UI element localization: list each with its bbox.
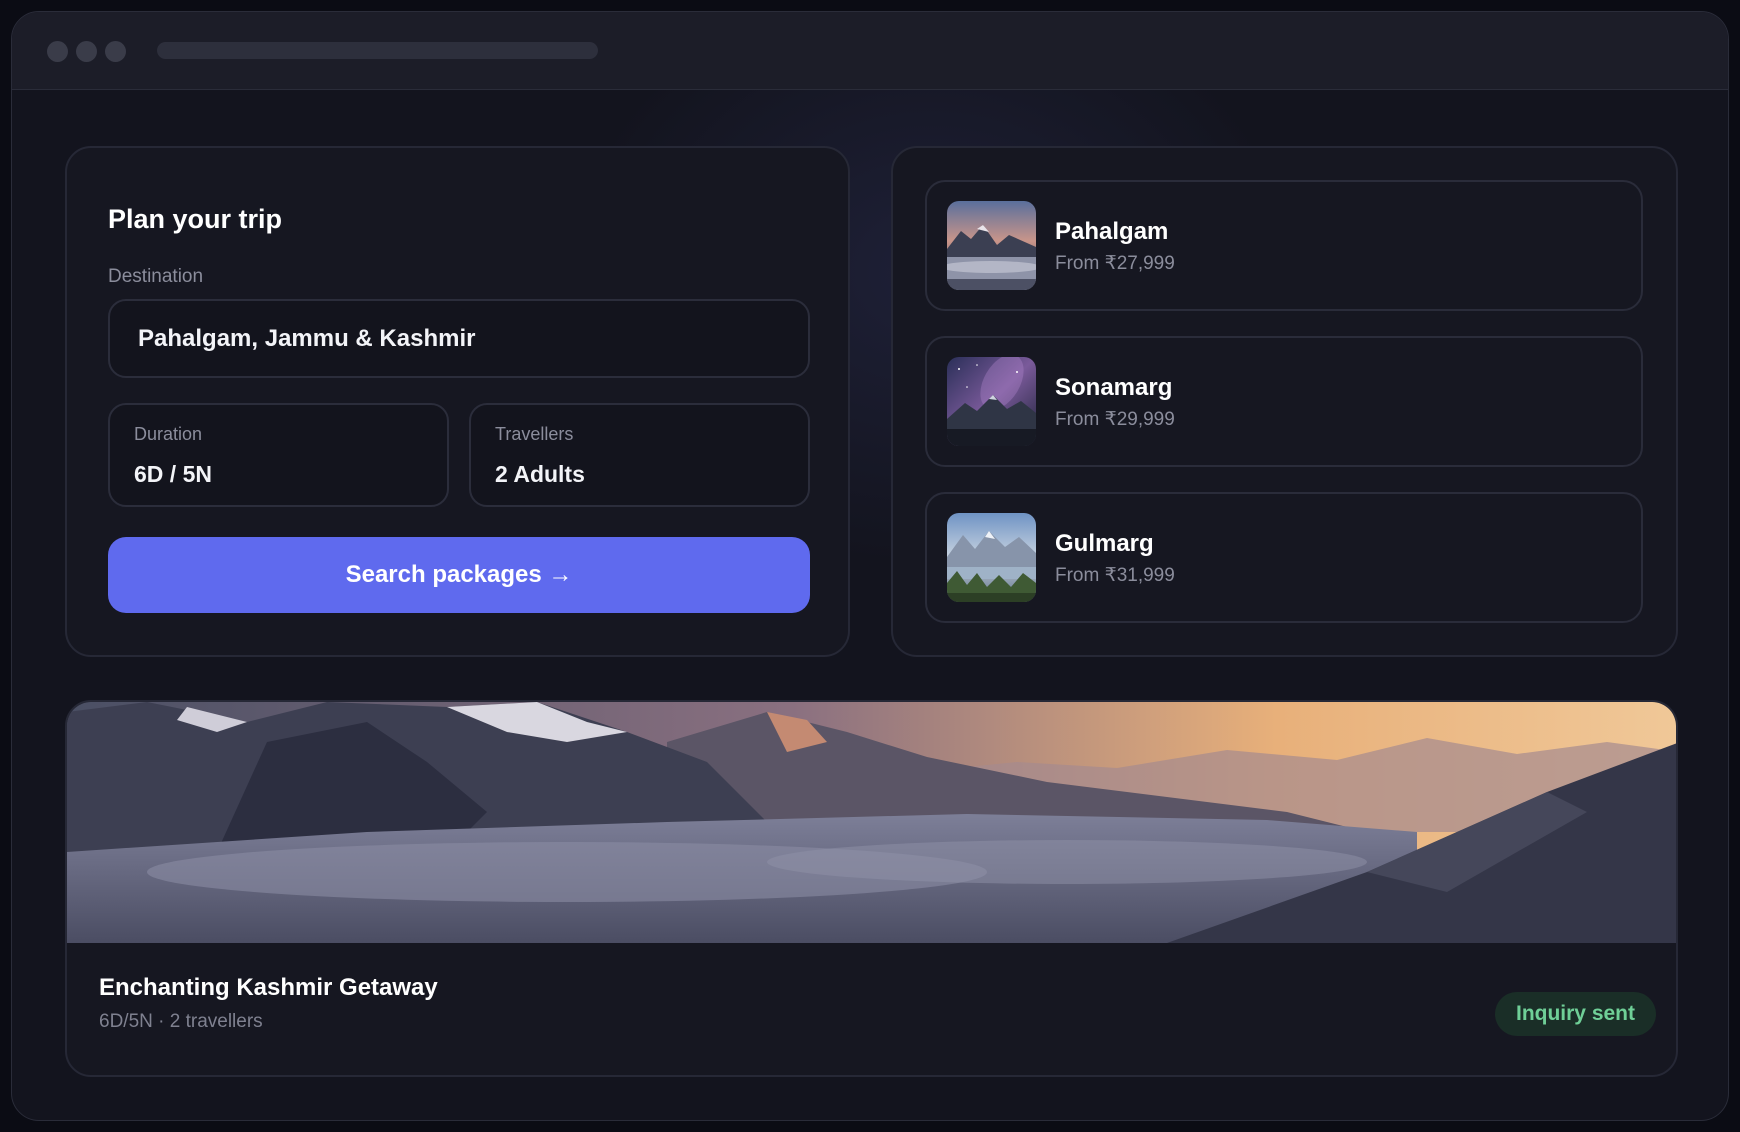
featured-banner-image xyxy=(67,702,1676,943)
travellers-field[interactable]: Travellers 2 Adults xyxy=(469,403,810,507)
destination-item-gulmarg[interactable]: Gulmarg From ₹31,999 xyxy=(925,492,1643,623)
duration-label: Duration xyxy=(134,424,203,444)
destination-name: Sonamarg xyxy=(1055,374,1173,401)
travellers-value: 2 Adults xyxy=(495,461,585,487)
featured-package-card[interactable]: Enchanting Kashmir Getaway 6D/5N · 2 tra… xyxy=(65,700,1678,1077)
destination-label: Destination xyxy=(108,266,204,287)
destination-item-sonamarg[interactable]: Sonamarg From ₹29,999 xyxy=(925,336,1643,467)
destination-price: From ₹29,999 xyxy=(1055,409,1175,430)
sonamarg-thumbnail xyxy=(947,357,1036,446)
duration-field[interactable]: Duration 6D / 5N xyxy=(108,403,449,507)
travellers-label: Travellers xyxy=(495,424,574,444)
plan-title: Plan your trip xyxy=(108,204,283,234)
address-bar[interactable] xyxy=(157,42,598,59)
status-badge: Inquiry sent xyxy=(1495,992,1656,1036)
browser-window: Plan your trip Destination Pahalgam, Jam… xyxy=(11,11,1729,1121)
featured-title: Enchanting Kashmir Getaway xyxy=(99,974,438,1001)
pahalgam-thumbnail xyxy=(947,201,1036,290)
featured-subtitle: 6D/5N · 2 travellers xyxy=(99,1011,263,1032)
destination-input[interactable]: Pahalgam, Jammu & Kashmir xyxy=(108,299,810,378)
duration-value: 6D / 5N xyxy=(134,461,212,487)
window-maximize-dot[interactable] xyxy=(105,41,126,62)
window-minimize-dot[interactable] xyxy=(76,41,97,62)
window-close-dot[interactable] xyxy=(47,41,68,62)
destination-item-pahalgam[interactable]: Pahalgam From ₹27,999 xyxy=(925,180,1643,311)
destination-price: From ₹27,999 xyxy=(1055,253,1175,274)
destination-price: From ₹31,999 xyxy=(1055,565,1175,586)
search-packages-button[interactable]: Search packages → xyxy=(108,537,810,613)
destination-name: Pahalgam xyxy=(1055,218,1169,245)
destinations-card: Pahalgam From ₹27,999 Sonamarg From ₹29,… xyxy=(891,146,1678,657)
plan-trip-card: Plan your trip Destination Pahalgam, Jam… xyxy=(65,146,850,657)
window-titlebar xyxy=(12,12,1728,90)
gulmarg-thumbnail xyxy=(947,513,1036,602)
destination-name: Gulmarg xyxy=(1055,530,1154,557)
